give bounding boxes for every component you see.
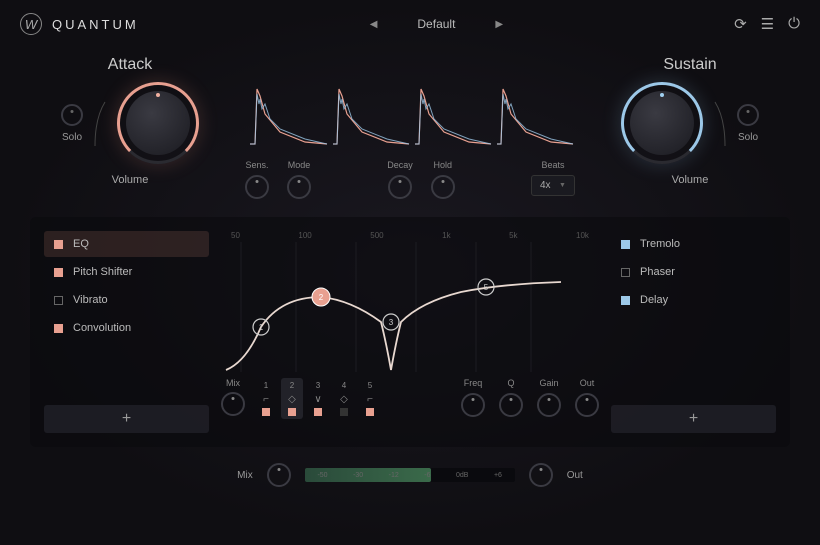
attack-volume-knob[interactable] (117, 82, 199, 164)
svg-text:1: 1 (259, 323, 264, 332)
attack-solo-label: Solo (62, 132, 82, 143)
fx-add-left-button[interactable]: + (44, 405, 209, 433)
fx-item-tremolo[interactable]: Tremolo (611, 231, 776, 257)
eq-q-label: Q (507, 378, 514, 388)
attack-arc-decoration (93, 98, 107, 148)
fx-item-eq[interactable]: EQ (44, 231, 209, 257)
beats-select[interactable]: 4x▼ (531, 175, 575, 196)
eq-freq-labels: 501005001k5k10k (221, 231, 599, 240)
svg-text:5: 5 (484, 283, 489, 292)
sustain-arc-decoration (713, 98, 727, 148)
eq-out-knob[interactable] (575, 393, 599, 417)
eq-out-label: Out (580, 378, 595, 388)
fx-toggle[interactable] (54, 296, 63, 305)
preset-next-button[interactable]: ▶ (495, 19, 503, 30)
svg-text:3: 3 (389, 318, 394, 327)
eq-band-4[interactable]: 4◇ (333, 378, 355, 419)
fx-toggle[interactable] (621, 240, 630, 249)
eq-band-2[interactable]: 2◇ (281, 378, 303, 419)
bottom-mix-knob[interactable] (267, 463, 291, 487)
eq-mix-label: Mix (226, 378, 240, 388)
sustain-volume-knob[interactable] (621, 82, 703, 164)
mode-label: Mode (288, 160, 311, 170)
eq-band-1[interactable]: 1⌐ (255, 378, 277, 419)
fx-item-phaser[interactable]: Phaser (611, 259, 776, 285)
sustain-title: Sustain (663, 56, 716, 74)
mode-knob[interactable] (287, 175, 311, 199)
beats-label: Beats (541, 160, 564, 170)
bottom-mix-label: Mix (237, 470, 253, 481)
eq-q-knob[interactable] (499, 393, 523, 417)
sens-knob[interactable] (245, 175, 269, 199)
sustain-solo-label: Solo (738, 132, 758, 143)
fx-toggle[interactable] (54, 268, 63, 277)
fx-item-delay[interactable]: Delay (611, 287, 776, 313)
sustain-volume-label: Volume (672, 174, 709, 186)
refresh-icon[interactable]: ⟳ (734, 15, 747, 33)
menu-icon[interactable]: ☰ (761, 15, 774, 33)
attack-solo-knob[interactable] (61, 104, 83, 126)
fx-toggle[interactable] (621, 296, 630, 305)
eq-gain-label: Gain (539, 378, 558, 388)
fx-toggle[interactable] (54, 324, 63, 333)
brand-name: QUANTUM (52, 17, 139, 32)
fx-item-vibrato[interactable]: Vibrato (44, 287, 209, 313)
decay-knob[interactable] (388, 175, 412, 199)
attack-volume-label: Volume (112, 174, 149, 186)
eq-band-5[interactable]: 5⌐ (359, 378, 381, 419)
sens-label: Sens. (245, 160, 268, 170)
eq-mix-knob[interactable] (221, 392, 245, 416)
logo-icon: W (20, 13, 42, 35)
decay-label: Decay (387, 160, 413, 170)
eq-band-3[interactable]: 3∨ (307, 378, 329, 419)
output-meter: -50-30-12-60dB+6 (305, 468, 515, 482)
fx-add-right-button[interactable]: + (611, 405, 776, 433)
fx-item-convolution[interactable]: Convolution (44, 315, 209, 341)
eq-graph[interactable]: 1 2 3 5 (221, 242, 561, 372)
hold-knob[interactable] (431, 175, 455, 199)
fx-toggle[interactable] (54, 240, 63, 249)
svg-text:2: 2 (319, 293, 324, 302)
preset-name[interactable]: Default (417, 17, 455, 31)
bottom-out-label: Out (567, 470, 583, 481)
attack-title: Attack (108, 56, 152, 74)
fx-toggle[interactable] (621, 268, 630, 277)
eq-freq-label: Freq (464, 378, 483, 388)
transient-waveform (245, 74, 575, 154)
preset-prev-button[interactable]: ◀ (370, 19, 378, 30)
bottom-out-knob[interactable] (529, 463, 553, 487)
eq-freq-knob[interactable] (461, 393, 485, 417)
power-icon[interactable]: ⏻ (788, 15, 800, 33)
fx-item-pitch-shifter[interactable]: Pitch Shifter (44, 259, 209, 285)
hold-label: Hold (433, 160, 452, 170)
sustain-solo-knob[interactable] (737, 104, 759, 126)
eq-gain-knob[interactable] (537, 393, 561, 417)
